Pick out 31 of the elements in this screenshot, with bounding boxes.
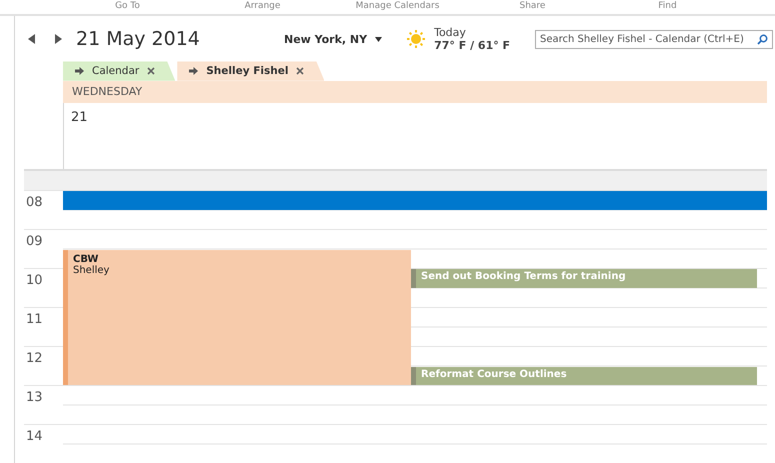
event-title: CBW — [73, 254, 100, 264]
close-icon[interactable] — [296, 67, 304, 76]
location-dropdown[interactable]: New York, NY — [284, 32, 368, 46]
search-field[interactable]: Search Shelley Fishel - Calendar (Ctrl+E) — [535, 30, 773, 49]
arrow-icon — [189, 67, 198, 76]
calendar-tab[interactable]: Shelley Fishel — [177, 61, 324, 81]
hour-label: 14 — [24, 424, 63, 463]
arrow-icon — [75, 67, 84, 76]
appointment-event[interactable]: CBW Shelley — [63, 250, 411, 385]
event-organizer: Shelley — [73, 264, 110, 276]
ribbon-group-label: Arrange — [244, 0, 282, 13]
tab-label: Shelley Fishel — [206, 65, 288, 78]
ribbon-group-label: Share — [518, 0, 546, 13]
close-icon[interactable] — [147, 67, 156, 76]
tab-label: Calendar — [92, 65, 140, 78]
event-title: Send out Booking Terms for training — [421, 271, 627, 282]
current-date: 21 May 2014 — [76, 28, 201, 50]
weather-label: Today — [434, 26, 467, 40]
sun-icon — [406, 29, 426, 50]
previous-icon[interactable] — [28, 34, 36, 44]
event-title: Reformat Course Outlines — [421, 368, 568, 380]
ribbon-group-label: Go To — [114, 0, 141, 13]
weather-temperature: 77° F / 61° F — [434, 39, 512, 52]
next-icon[interactable] — [54, 34, 62, 44]
ribbon-group-label: Find — [657, 0, 678, 13]
caret-icon[interactable] — [375, 36, 382, 42]
search-icon[interactable] — [757, 34, 768, 45]
hour-label: 13 — [24, 385, 63, 424]
ribbon-group-label: Manage Calendars — [354, 0, 440, 13]
calendar-tab[interactable]: Calendar — [63, 61, 176, 81]
weekday-header: WEDNESDAY — [63, 80, 767, 103]
